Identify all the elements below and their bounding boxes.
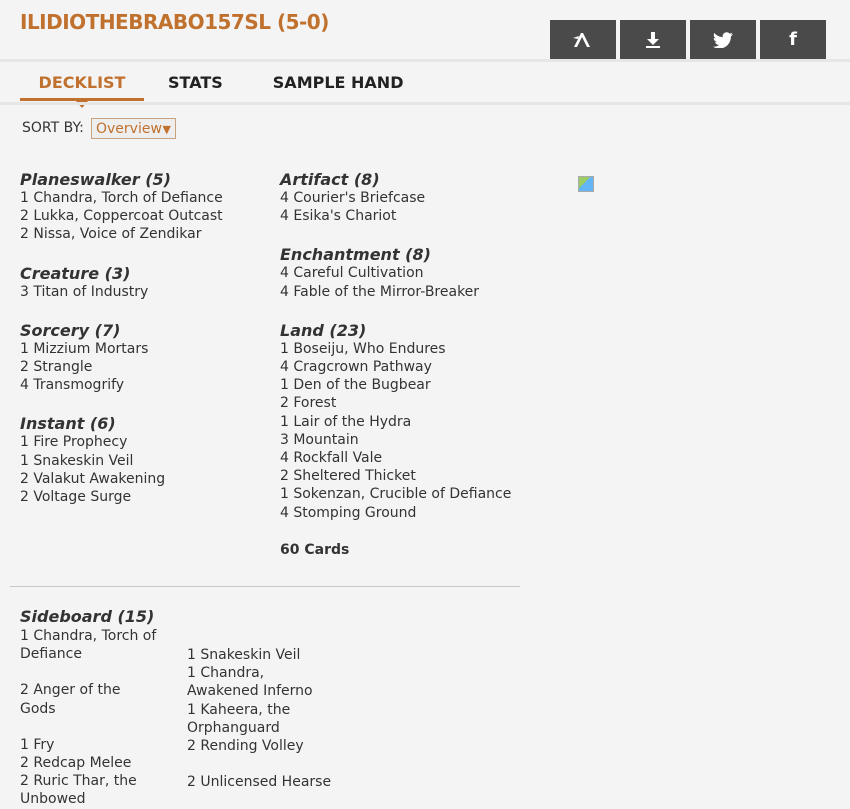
card-entry[interactable]: 1 Sokenzan, Crucible of Defiance	[280, 485, 530, 503]
twitter-icon	[713, 31, 733, 48]
tab-divider	[0, 102, 850, 105]
deck-card-total: 60 Cards	[280, 541, 350, 558]
card-entry[interactable]: 2 Unlicensed Hearse	[187, 773, 337, 791]
broken-image-icon	[578, 176, 594, 192]
sideboard-heading: Sideboard (15)	[20, 607, 155, 626]
sort-by-label: SORT BY:	[22, 120, 84, 136]
card-entry[interactable]: 1 Snakeskin Veil	[187, 646, 337, 664]
card-entry[interactable]: 1 Boseiju, Who Endures	[280, 340, 530, 358]
tab-bar: DECKLIST STATS SAMPLE HAND	[20, 73, 404, 108]
card-entry[interactable]: 1 Chandra, Awakened Inferno	[187, 664, 337, 700]
category-heading: Enchantment (8)	[280, 245, 431, 265]
category-artifact: Artifact (8) 4 Courier's Briefcase 4 Esi…	[280, 171, 530, 225]
card-entry[interactable]: 2 Anger of the Gods	[20, 681, 160, 717]
facebook-icon: f	[789, 29, 797, 50]
card-entry[interactable]: 1 Mizzium Mortars	[20, 340, 270, 358]
card-entry[interactable]: 4 Rockfall Vale	[280, 449, 530, 467]
sort-by-value: Overview	[96, 121, 162, 137]
card-entry[interactable]: 1 Fry	[20, 736, 160, 754]
sideboard-column-2: 1 Snakeskin Veil 1 Chandra, Awakened Inf…	[187, 646, 337, 791]
sideboard-divider	[10, 586, 520, 587]
chevron-down-icon: ▼	[162, 123, 171, 136]
card-entry[interactable]: 1 Kaheera, the Orphanguard	[187, 701, 337, 737]
deck-title: ILIDIOTHEBRABO157SL (5-0)	[20, 10, 329, 34]
card-entry[interactable]: 2 Rending Volley	[187, 737, 337, 755]
download-icon	[646, 31, 660, 48]
category-heading: Land (23)	[280, 320, 367, 340]
category-creature: Creature (3) 3 Titan of Industry	[20, 263, 270, 301]
category-land: Land (23) 1 Boseiju, Who Endures 4 Cragc…	[280, 320, 530, 522]
card-entry[interactable]: 2 Lukka, Coppercoat Outcast	[20, 207, 270, 225]
category-heading: Artifact (8)	[280, 170, 380, 189]
category-heading: Creature (3)	[20, 263, 131, 283]
sort-by-select[interactable]: Overview ▼	[91, 118, 176, 139]
card-entry[interactable]: 2 Valakut Awakening	[20, 470, 270, 488]
category-sorcery: Sorcery (7) 1 Mizzium Mortars 2 Strangle…	[20, 320, 270, 395]
card-entry[interactable]: 4 Careful Cultivation	[280, 264, 530, 282]
share-toolbar: f	[550, 20, 826, 59]
arena-export-button[interactable]	[550, 20, 616, 59]
category-heading: Instant (6)	[20, 414, 116, 434]
download-button[interactable]	[620, 20, 686, 59]
card-entry[interactable]: 1 Chandra, Torch of Defiance	[20, 189, 270, 207]
category-enchantment: Enchantment (8) 4 Careful Cultivation 4 …	[280, 246, 530, 300]
card-entry[interactable]: 1 Den of the Bugbear	[280, 376, 530, 394]
card-entry[interactable]: 3 Titan of Industry	[20, 283, 270, 301]
card-entry[interactable]: 1 Chandra, Torch of Defiance	[20, 627, 160, 663]
category-planeswalker: Planeswalker (5) 1 Chandra, Torch of Def…	[20, 171, 270, 244]
decklist-right-column: Artifact (8) 4 Courier's Briefcase 4 Esi…	[280, 171, 530, 559]
card-entry[interactable]: 2 Redcap Melee	[20, 754, 160, 772]
arena-icon	[572, 32, 594, 48]
card-entry[interactable]: 1 Lair of the Hydra	[280, 413, 530, 431]
card-entry[interactable]: 2 Ruric Thar, the Unbowed	[20, 772, 160, 808]
header-divider	[0, 59, 850, 62]
category-heading: Sorcery (7)	[20, 320, 121, 340]
card-entry[interactable]: 4 Cragcrown Pathway	[280, 358, 530, 376]
card-entry[interactable]: 2 Strangle	[20, 358, 270, 376]
twitter-share-button[interactable]	[690, 20, 756, 59]
category-heading: Planeswalker (5)	[20, 170, 171, 189]
card-entry[interactable]: 1 Fire Prophecy	[20, 433, 270, 451]
card-entry[interactable]: 3 Mountain	[280, 431, 530, 449]
card-entry[interactable]: 1 Snakeskin Veil	[20, 452, 270, 470]
facebook-share-button[interactable]: f	[760, 20, 826, 59]
category-instant: Instant (6) 1 Fire Prophecy 1 Snakeskin …	[20, 415, 270, 506]
card-entry[interactable]: 4 Transmogrify	[20, 376, 270, 394]
tab-stats[interactable]: STATS	[168, 73, 223, 101]
card-entry[interactable]: 4 Courier's Briefcase	[280, 189, 530, 207]
card-entry[interactable]: 4 Esika's Chariot	[280, 207, 530, 225]
card-entry[interactable]: 4 Fable of the Mirror-Breaker	[280, 283, 530, 301]
tab-decklist[interactable]: DECKLIST	[20, 73, 144, 108]
sideboard-column-1: 1 Chandra, Torch of Defiance 2 Anger of …	[20, 627, 160, 809]
card-entry[interactable]: 2 Nissa, Voice of Zendikar	[20, 225, 270, 243]
decklist-left-column: Planeswalker (5) 1 Chandra, Torch of Def…	[20, 171, 270, 527]
tab-sample-hand[interactable]: SAMPLE HAND	[273, 73, 404, 101]
card-entry[interactable]: 4 Stomping Ground	[280, 504, 530, 522]
card-entry[interactable]: 2 Voltage Surge	[20, 488, 270, 506]
card-entry[interactable]: 2 Sheltered Thicket	[280, 467, 530, 485]
card-entry[interactable]: 2 Forest	[280, 394, 530, 412]
